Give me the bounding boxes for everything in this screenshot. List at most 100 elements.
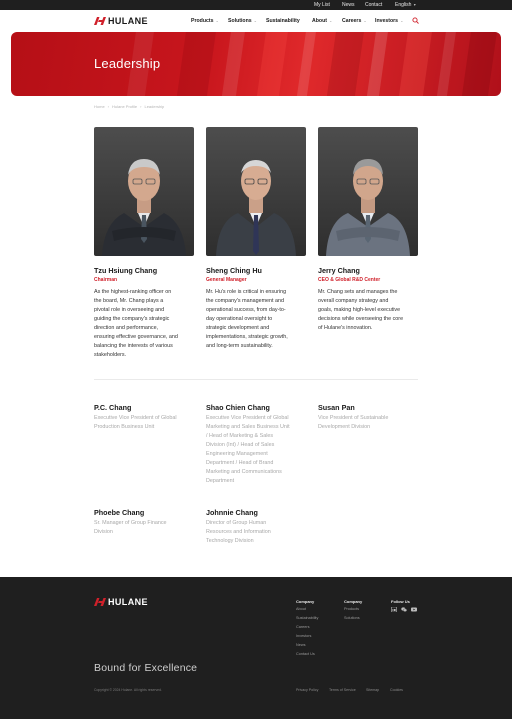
description-line: decisions while overseeing the core <box>318 316 404 322</box>
hulane-logo-mark-icon <box>94 17 106 25</box>
breadcrumb: Home › Hulane Profile › Leadership <box>94 104 164 109</box>
logo-text: HULANE <box>108 16 148 26</box>
hulane-logo[interactable]: HULANE <box>94 16 148 26</box>
executive-name: Phoebe Chang <box>94 508 145 517</box>
nav-solutions-label: Solutions <box>228 18 252 24</box>
footer-column-heading: Follow Us <box>391 599 410 604</box>
hulane-logo-mark-icon <box>94 598 106 606</box>
chevron-down-icon: ⌄ <box>215 18 219 23</box>
leader-description: Mr. Hu's role is critical in ensuring th… <box>206 288 288 351</box>
nav-about[interactable]: About ⌄ <box>312 18 332 24</box>
nav-products-label: Products <box>191 18 214 24</box>
footer-logo[interactable]: HULANE <box>94 597 148 607</box>
title-line: Department <box>206 478 235 484</box>
title-line: Production Business Unit <box>94 424 155 430</box>
youtube-icon[interactable] <box>411 607 417 612</box>
nav-investors[interactable]: Investors ⌄ <box>375 18 403 24</box>
nav-careers-label: Careers <box>342 18 362 24</box>
leader-name: Sheng Ching Hu <box>206 266 262 275</box>
executive-title: Executive Vice President of Global Produ… <box>94 414 177 432</box>
title-line: / Head of Marketing & Sales <box>206 433 274 439</box>
nav-sustainability-label: Sustainability <box>266 18 300 24</box>
wechat-icon[interactable] <box>401 607 407 612</box>
footer-column-heading: Company <box>344 599 363 604</box>
footer-link-products[interactable]: Products <box>344 607 359 612</box>
executive-name: Johnnie Chang <box>206 508 258 517</box>
footer-link-careers[interactable]: Careers <box>296 625 310 630</box>
title-line: Marketing and Sales Business Unit <box>206 424 290 430</box>
terms-of-service-link[interactable]: Terms of Service <box>329 688 356 692</box>
footer-link-solutions[interactable]: Solutions <box>344 616 360 621</box>
my-list-link[interactable]: My List <box>314 2 330 8</box>
title-line: Sr. Manager of Group Finance <box>94 520 167 526</box>
footer-link-about[interactable]: About <box>296 607 306 612</box>
description-line: overall company strategy and <box>318 298 389 304</box>
footer-link-news[interactable]: News <box>296 643 306 648</box>
cookies-link[interactable]: Cookies <box>390 688 403 692</box>
footer-link-investors[interactable]: Investors <box>296 634 311 639</box>
description-line: of Hulane's innovation. <box>318 325 373 331</box>
leader-description: As the highest-ranking officer on the bo… <box>94 288 178 360</box>
nav-sustainability[interactable]: Sustainability <box>266 18 300 24</box>
breadcrumb-profile[interactable]: Hulane Profile <box>112 104 137 109</box>
executive-name: P.C. Chang <box>94 403 132 412</box>
description-line: Mr. Hu's role is critical in ensuring <box>206 289 287 295</box>
leader-photo-3 <box>318 127 418 256</box>
description-line: As the highest-ranking officer on <box>94 289 172 295</box>
executive-title: Vice President of Sustainable Developmen… <box>318 414 388 432</box>
footer-link-sustainability[interactable]: Sustainability <box>296 616 318 621</box>
title-line: Resources and Information <box>206 529 271 535</box>
leader-role: General Manager <box>206 277 247 283</box>
executive-title: Executive Vice President of Global Marke… <box>206 414 290 486</box>
leader-name: Jerry Chang <box>318 266 360 275</box>
language-label: English <box>395 2 412 8</box>
contact-link[interactable]: Contact <box>365 2 382 8</box>
footer-column-heading: Company <box>296 599 315 604</box>
description-line: stakeholders. <box>94 352 127 358</box>
executive-title: Director of Group Human Resources and In… <box>206 519 271 546</box>
footer-link-contact[interactable]: Contact Us <box>296 652 315 657</box>
description-line: balancing the interests of various <box>94 343 173 349</box>
sitemap-link[interactable]: Sitemap <box>366 688 379 692</box>
description-line: implementations, strategic growth, <box>206 334 288 340</box>
linkedin-icon[interactable] <box>391 607 397 612</box>
breadcrumb-home[interactable]: Home <box>94 104 105 109</box>
title-line: Executive Vice President of Global <box>94 415 177 421</box>
page-title: Leadership <box>94 56 161 71</box>
description-line: the company's management and <box>206 298 285 304</box>
executive-title: Sr. Manager of Group Finance Division <box>94 519 167 537</box>
privacy-policy-link[interactable]: Privacy Policy <box>296 688 318 692</box>
footer-logo-text: HULANE <box>108 597 148 607</box>
description-line: direction and performance, <box>94 325 159 331</box>
nav-products[interactable]: Products ⌄ <box>191 18 219 24</box>
nav-about-label: About <box>312 18 327 24</box>
title-line: Division (Int) / Head of Sales <box>206 442 275 448</box>
hero-banner <box>11 32 501 96</box>
description-line: day operational oversight to <box>206 316 273 322</box>
chevron-down-icon: ⌄ <box>363 18 367 23</box>
leader-description: Mr. Chang sets and manages the overall c… <box>318 288 403 333</box>
section-divider <box>94 379 418 380</box>
chevron-down-icon: ⌄ <box>253 18 257 23</box>
executive-name: Susan Pan <box>318 403 355 412</box>
description-line: the board, Mr. Chang plays a <box>94 298 164 304</box>
title-line: Vice President of Sustainable <box>318 415 389 421</box>
site-footer <box>0 577 512 719</box>
description-line: goals, making high-level executive <box>318 307 401 313</box>
language-selector[interactable]: English ▾ <box>395 2 416 8</box>
nav-careers[interactable]: Careers ⌄ <box>342 18 367 24</box>
news-link[interactable]: News <box>342 2 355 8</box>
title-line: Director of Group Human <box>206 520 267 526</box>
search-icon[interactable] <box>412 17 419 24</box>
footer-tagline: Bound for Excellence <box>94 662 198 674</box>
chevron-down-icon: ⌄ <box>400 18 404 23</box>
title-line: Development Division <box>318 424 371 430</box>
executive-name: Shao Chien Chang <box>206 403 270 412</box>
description-line: ensuring effective governance, and <box>94 334 178 340</box>
title-line: Executive Vice President of Global <box>206 415 289 421</box>
title-line: Marketing and Communications <box>206 469 282 475</box>
description-line: strategic development and <box>206 325 270 331</box>
nav-solutions[interactable]: Solutions ⌄ <box>228 18 257 24</box>
copyright-text: Copyright © 2024 Hulane. All rights rese… <box>94 688 162 692</box>
title-line: Division <box>94 529 113 535</box>
